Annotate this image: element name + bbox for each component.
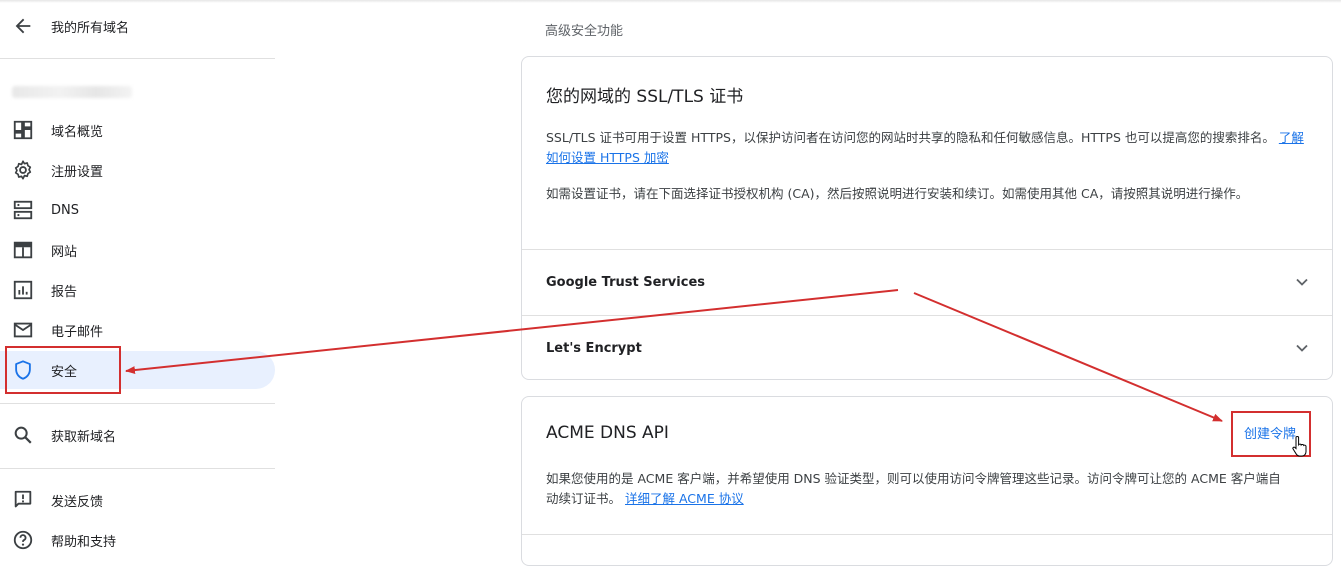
chevron-down-icon <box>1296 344 1308 352</box>
sidebar-item-label: 网站 <box>51 244 78 260</box>
sidebar-item-label: 域名概览 <box>51 124 104 140</box>
sidebar-item-reports[interactable]: 报告 <box>0 271 275 309</box>
sidebar-item-help[interactable]: 帮助和支持 <box>0 521 275 559</box>
gear-icon <box>14 160 32 180</box>
sidebar-item-label: 电子邮件 <box>51 324 104 340</box>
chevron-down-icon <box>1296 278 1308 286</box>
mail-icon <box>13 322 33 338</box>
learn-acme-link[interactable]: 详细了解 ACME 协议 <box>625 491 744 506</box>
sidebar-item-registration[interactable]: 注册设置 <box>0 151 275 189</box>
sidebar-item-get-domain[interactable]: 获取新域名 <box>0 416 275 454</box>
card-title: 您的网域的 SSL/TLS 证书 <box>546 87 744 107</box>
arrow-back-icon <box>15 18 31 34</box>
domain-name-redacted <box>12 86 132 98</box>
divider <box>0 468 275 469</box>
sidebar-item-dns[interactable]: DNS <box>0 191 275 229</box>
back-label: 我的所有域名 <box>51 20 130 36</box>
sidebar-item-label: DNS <box>51 202 79 218</box>
sidebar-item-website[interactable]: 网站 <box>0 231 275 269</box>
ssl-setup-text: 如需设置证书，请在下面选择证书授权机构 (CA)，然后按照说明进行安装和续订。如… <box>546 186 1249 201</box>
sidebar-item-label: 发送反馈 <box>51 494 104 510</box>
dns-icon <box>13 200 33 220</box>
sidebar-item-label: 帮助和支持 <box>51 534 117 550</box>
back-to-all-domains[interactable]: 我的所有域名 <box>0 6 275 46</box>
report-icon <box>13 280 33 300</box>
divider <box>0 58 275 59</box>
provider-label: Google Trust Services <box>546 274 706 290</box>
acme-dns-api-card: ACME DNS API 如果您使用的是 ACME 客户端，并希望使用 DNS … <box>521 396 1333 566</box>
provider-label: Let's Encrypt <box>546 340 642 356</box>
provider-google-trust-services[interactable]: Google Trust Services <box>522 250 1332 314</box>
help-icon <box>13 530 33 550</box>
ssl-description-text: SSL/TLS 证书可用于设置 HTTPS，以保护访问者在访问您的网站时共享的隐… <box>546 130 1275 145</box>
provider-lets-encrypt[interactable]: Let's Encrypt <box>522 316 1332 380</box>
sidebar-item-email[interactable]: 电子邮件 <box>0 311 275 349</box>
sidebar-item-label: 注册设置 <box>51 164 104 180</box>
section-label: 高级安全功能 <box>545 24 624 39</box>
dashboard-icon <box>13 120 33 140</box>
divider <box>522 534 1332 535</box>
website-icon <box>13 241 33 259</box>
acme-description: 如果您使用的是 ACME 客户端，并希望使用 DNS 验证类型，则可以使用访问令… <box>546 469 1286 509</box>
sidebar-item-label: 报告 <box>51 284 78 300</box>
divider <box>0 403 275 404</box>
feedback-icon <box>14 490 32 508</box>
annotation-box-create-token <box>1231 411 1311 457</box>
annotation-box-security <box>5 346 121 394</box>
ssl-description: SSL/TLS 证书可用于设置 HTTPS，以保护访问者在访问您的网站时共享的隐… <box>546 128 1306 168</box>
card-title: ACME DNS API <box>546 423 669 443</box>
sidebar-item-label: 获取新域名 <box>51 429 117 445</box>
sidebar-item-overview[interactable]: 域名概览 <box>0 111 275 149</box>
sidebar-item-feedback[interactable]: 发送反馈 <box>0 481 275 519</box>
search-icon <box>14 426 32 444</box>
sidebar: 我的所有域名 域名概览 注册设置 DNS 网站 报告 电子邮件 安全 获取新域名… <box>0 0 275 553</box>
ssl-certificate-card: 您的网域的 SSL/TLS 证书 SSL/TLS 证书可用于设置 HTTPS，以… <box>521 56 1333 380</box>
